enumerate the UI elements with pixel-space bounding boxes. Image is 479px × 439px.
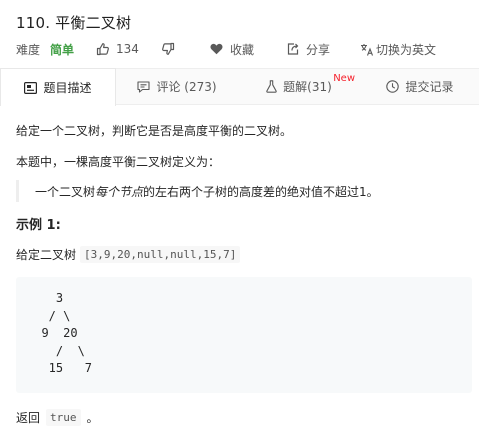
definition-quote: 一个二叉树 每个节点 的左右两个子树的高度差的绝对值不超过1。: [16, 180, 379, 202]
return-label: 返回: [16, 411, 41, 425]
favorite-button[interactable]: 收藏: [203, 41, 254, 58]
thumbs-down-icon: [161, 42, 175, 56]
return-suffix: 。: [86, 411, 99, 425]
share-button[interactable]: 分享: [280, 41, 330, 58]
new-badge: New: [333, 73, 355, 84]
problem-title: 110. 平衡二叉树: [16, 14, 132, 32]
difficulty-label: 难度: [16, 42, 41, 57]
difficulty-value: 简单: [50, 42, 75, 57]
description-icon: [24, 81, 43, 94]
quote-prefix: 一个二叉树: [35, 184, 96, 199]
description-intro: 给定一个二叉树，判断它是否是高度平衡的二叉树。: [16, 124, 293, 138]
tab-label: 题解(31): [283, 80, 332, 94]
like-count: 134: [116, 42, 139, 56]
problem-meta-bar: 难度 简单 134 收藏 分享 切换为英文: [16, 40, 436, 58]
definition-intro: 本题中，一棵高度平衡二叉树定义为：: [16, 155, 221, 169]
tab-label: 提交记录: [405, 80, 454, 94]
tab-label: 题目描述: [43, 81, 92, 95]
comment-icon: [137, 80, 156, 93]
return-value: true: [46, 409, 81, 426]
tree-diagram: 3 / \ 9 20 / \ 15 7: [41, 291, 93, 375]
heart-icon: [210, 43, 223, 55]
problem-tabs: 题目描述 评论 (273) 题解(31) New 提交记录: [0, 68, 479, 106]
like-button[interactable]: 134: [96, 42, 139, 56]
quote-suffix: 的左右两个子树的高度差的绝对值不超过1。: [143, 184, 379, 199]
tab-comments[interactable]: 评论 (273): [117, 68, 237, 105]
share-label: 分享: [305, 42, 330, 57]
tab-label: 评论 (273): [156, 80, 217, 94]
dislike-button[interactable]: [161, 42, 175, 56]
example-input: 给定二叉树 [3,9,20,null,null,15,7]: [16, 246, 241, 263]
favorite-label: 收藏: [229, 42, 254, 57]
share-icon: [286, 42, 300, 56]
translate-icon: [360, 43, 374, 56]
tab-solutions[interactable]: 题解(31) New: [239, 68, 359, 105]
tree-code-block: 3 / \ 9 20 / \ 15 7: [16, 277, 472, 393]
language-switch-label: 切换为英文: [375, 42, 436, 57]
given-value: [3,9,20,null,null,15,7]: [80, 246, 241, 263]
tab-submissions[interactable]: 提交记录: [361, 68, 479, 105]
example-output: 返回 true 。: [16, 409, 99, 426]
thumbs-up-icon: [96, 42, 110, 56]
given-label: 给定二叉树: [16, 248, 77, 262]
flask-icon: [266, 80, 283, 93]
clock-icon: [386, 80, 405, 93]
language-switch-button[interactable]: 切换为英文: [358, 41, 436, 58]
quote-emphasis: 每个节点: [95, 184, 144, 199]
tab-description[interactable]: 题目描述: [0, 68, 116, 106]
example-title: 示例 1:: [16, 218, 61, 233]
